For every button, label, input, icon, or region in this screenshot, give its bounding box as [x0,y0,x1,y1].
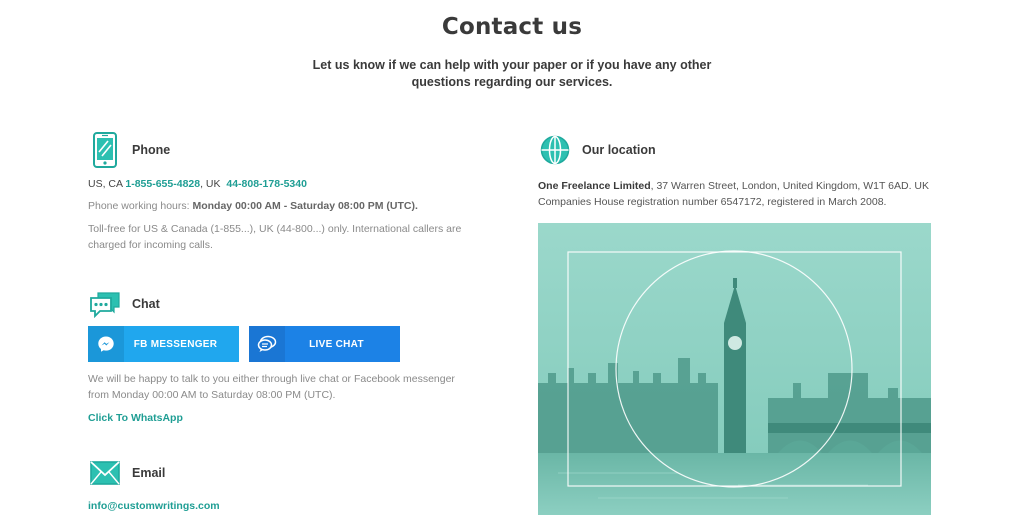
london-skyline-illustration [538,223,931,515]
phone-section-header: Phone [88,132,468,168]
whatsapp-link[interactable]: Click To WhatsApp [88,412,183,424]
location-section-header: Our location [538,132,933,168]
contact-right-column: Our location One Freelance Limited, 37 W… [538,132,933,515]
phone-prefix-us: US, CA [88,178,123,190]
uk-phone-link[interactable]: 44-808-178-5340 [226,178,307,190]
phone-hours-value: Monday 00:00 AM - Saturday 08:00 PM (UTC… [192,200,418,212]
phone-hours: Phone working hours: Monday 00:00 AM - S… [88,198,468,214]
page-title: Contact us [441,14,583,40]
globe-icon [538,132,572,168]
chat-description: We will be happy to talk to you either t… [88,373,455,401]
email-section-header: Email [88,455,165,491]
phone-separator: , UK [200,178,221,190]
us-phone-link[interactable]: 1-855-655-4828 [125,178,200,190]
email-heading: Email [132,466,166,480]
london-location-photo [538,223,931,515]
chat-section-header: Chat [88,286,160,322]
fb-messenger-label: FB MESSENGER [133,338,218,350]
chat-heading: Chat [132,297,160,311]
live-chat-icon [249,326,285,362]
chat-buttons: FB MESSENGER LIVE CHAT [88,326,400,362]
messenger-icon [88,326,124,362]
phone-hours-label: Phone working hours: [88,200,190,212]
chat-bubbles-icon [88,286,122,322]
email-address-link[interactable]: info@customwritings.com [88,500,220,512]
envelope-icon [88,455,122,491]
phone-heading: Phone [132,143,171,157]
contact-left-column: Phone US, CA 1-855-655-4828, UK 44-808-1… [88,132,468,512]
phone-tollfree-note: Toll-free for US & Canada (1-855...), UK… [88,223,462,251]
location-heading: Our location [582,143,656,157]
smartphone-icon [88,132,122,168]
page-subtitle: Let us know if we can help with your pap… [312,58,712,89]
phone-numbers-line: US, CA 1-855-655-4828, UK 44-808-178-534… [88,178,468,190]
fb-messenger-button[interactable]: FB MESSENGER [88,326,239,362]
company-name: One Freelance Limited [538,180,651,192]
live-chat-label: LIVE CHAT [309,338,364,350]
live-chat-button[interactable]: LIVE CHAT [249,326,400,362]
location-address: One Freelance Limited, 37 Warren Street,… [538,178,933,210]
